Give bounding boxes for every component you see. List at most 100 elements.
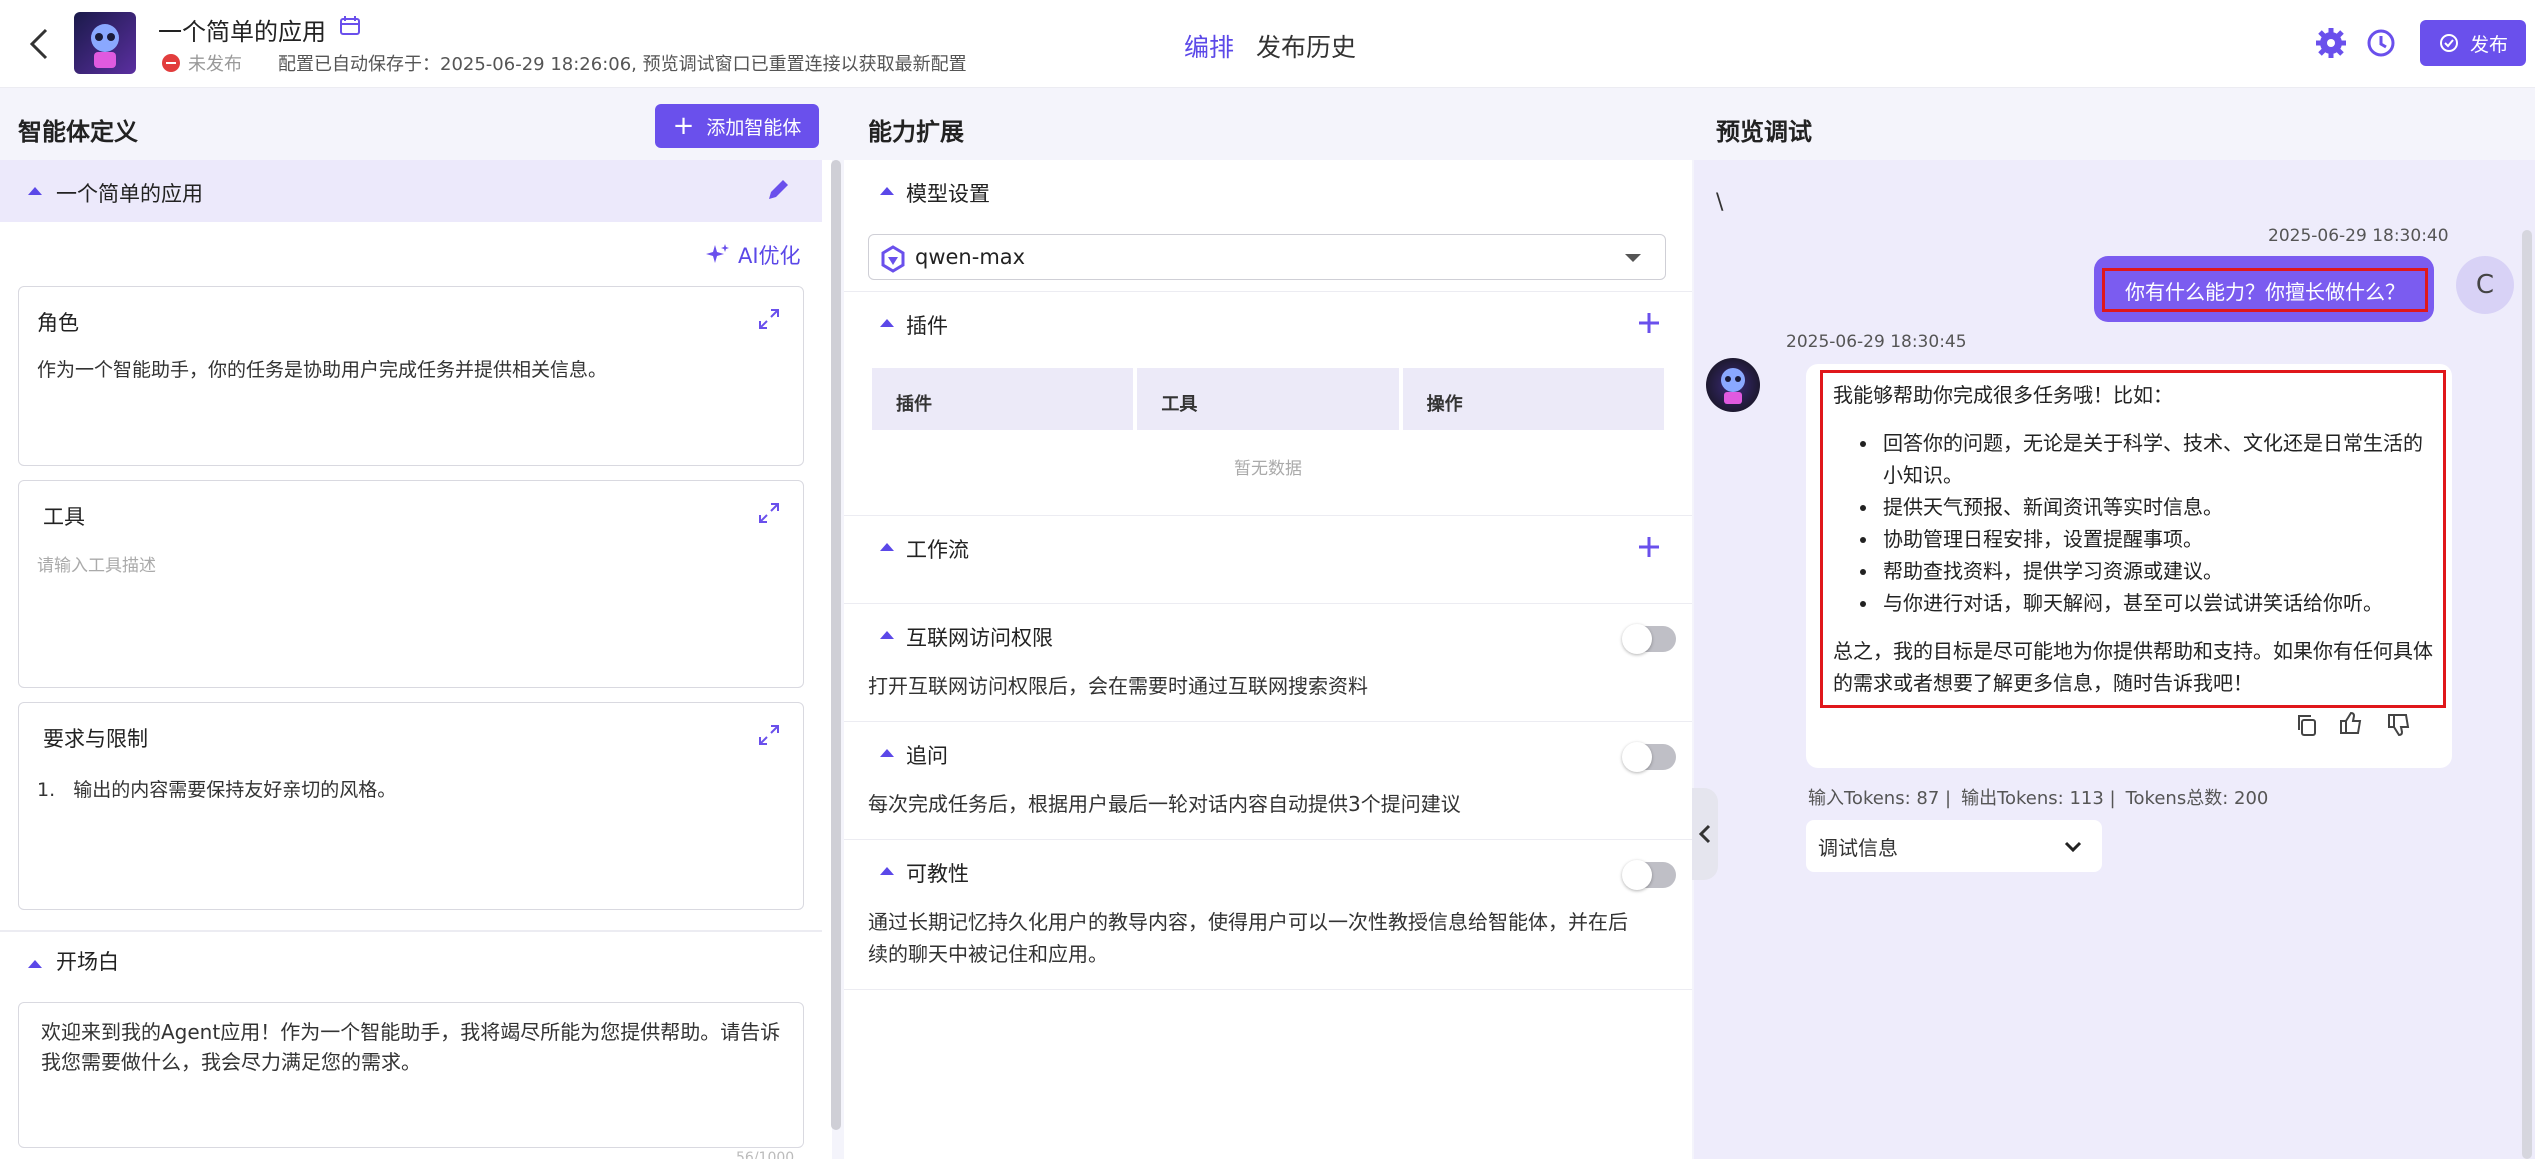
gear-icon[interactable] bbox=[2314, 26, 2348, 60]
workflow-title: 工作流 bbox=[906, 538, 969, 562]
bot-message: 我能够帮助你完成很多任务哦！比如： 回答你的问题，无论是关于科学、技术、文化还是… bbox=[1820, 370, 2446, 708]
calendar-icon[interactable] bbox=[338, 14, 362, 38]
internet-section: 互联网访问权限 打开互联网访问权限后，会在需要时通过互联网搜索资料 bbox=[844, 604, 1692, 722]
back-icon[interactable] bbox=[22, 24, 58, 64]
thumbs-up-icon[interactable] bbox=[2338, 710, 2364, 736]
debug-info-dropdown[interactable]: 调试信息 bbox=[1806, 820, 2102, 872]
bot-timestamp: 2025-06-29 18:30:45 bbox=[1786, 332, 1967, 352]
followup-section: 追问 每次完成任务后，根据用户最后一轮对话内容自动提供3个提问建议 bbox=[844, 722, 1692, 840]
column-action: 操作 bbox=[1402, 368, 1664, 430]
model-title: 模型设置 bbox=[906, 182, 990, 206]
followup-desc: 每次完成任务后，根据用户最后一轮对话内容自动提供3个提问建议 bbox=[868, 792, 1461, 816]
add-workflow-plus-icon[interactable] bbox=[1636, 534, 1662, 560]
debug-label: 调试信息 bbox=[1818, 835, 1898, 860]
column-tool: 工具 bbox=[1137, 368, 1399, 430]
add-agent-label: 添加智能体 bbox=[706, 116, 802, 139]
left-scrollbar[interactable] bbox=[831, 160, 841, 1130]
agent-definition-panel: 一个简单的应用 AI优化 角色 作为一个智能助手，你的任务是协助用户完成任务并提… bbox=[0, 160, 832, 1159]
caret-up-icon bbox=[880, 631, 894, 639]
model-value: qwen-max bbox=[915, 245, 1026, 269]
bot-outro: 总之，我的目标是尽可能地为你提供帮助和支持。如果你有任何具体的需求或者想要了解更… bbox=[1833, 639, 2433, 695]
bot-list: 回答你的问题，无论是关于科学、技术、文化还是日常生活的小知识。 提供天气预报、新… bbox=[1879, 427, 2433, 619]
bot-avatar bbox=[1706, 358, 1760, 412]
followup-toggle[interactable] bbox=[1622, 742, 1676, 772]
list-item: 协助管理日程安排，设置提醒事项。 bbox=[1879, 523, 2433, 555]
capability-panel: 模型设置 qwen-max 插件 插件 工具 操作 暂无数据 工作流 互联网访问… bbox=[844, 160, 1692, 1159]
app-avatar bbox=[74, 12, 136, 74]
model-select[interactable]: qwen-max bbox=[868, 234, 1666, 280]
workflow-section: 工作流 bbox=[844, 516, 1692, 604]
qwen-logo-icon bbox=[881, 245, 905, 273]
tokens-output: 输出Tokens: 113 | bbox=[1961, 788, 2116, 809]
plugins-title: 插件 bbox=[906, 314, 948, 338]
teachable-toggle[interactable] bbox=[1622, 860, 1676, 890]
add-plugin-plus-icon[interactable] bbox=[1636, 310, 1662, 336]
internet-toggle[interactable] bbox=[1622, 624, 1676, 654]
divider bbox=[0, 930, 822, 932]
expand-icon[interactable] bbox=[757, 307, 781, 331]
agent-header-row[interactable]: 一个简单的应用 bbox=[0, 160, 822, 222]
teachable-desc-line2: 续的聊天中被记住和应用。 bbox=[868, 942, 1108, 966]
tools-card[interactable]: 工具 请输入工具描述 bbox=[18, 480, 804, 688]
requirements-title: 要求与限制 bbox=[43, 727, 148, 751]
role-card[interactable]: 角色 作为一个智能助手，你的任务是协助用户完成任务并提供相关信息。 bbox=[18, 286, 804, 466]
caret-up-icon bbox=[880, 749, 894, 757]
history-icon[interactable] bbox=[2364, 26, 2398, 60]
publish-button[interactable]: 发布 bbox=[2420, 20, 2526, 66]
requirement-item: 1. 输出的内容需要保持友好亲切的风格。 bbox=[37, 779, 397, 801]
status-unpublished-icon bbox=[162, 54, 180, 72]
plugins-table-header: 插件 工具 操作 bbox=[872, 368, 1664, 430]
followup-title: 追问 bbox=[906, 744, 948, 768]
top-header: 一个简单的应用 未发布 配置已自动保存于：2025-06-29 18:26:06… bbox=[0, 0, 2535, 88]
capability-title: 能力扩展 bbox=[868, 118, 964, 146]
internet-desc: 打开互联网访问权限后，会在需要时通过互联网搜索资料 bbox=[868, 674, 1368, 698]
status-text: 未发布 bbox=[188, 54, 242, 75]
token-stats: 输入Tokens: 87 | 输出Tokens: 113 | Tokens总数:… bbox=[1808, 784, 2268, 810]
list-item: 回答你的问题，无论是关于科学、技术、文化还是日常生活的小知识。 bbox=[1879, 427, 2433, 491]
internet-title: 互联网访问权限 bbox=[906, 626, 1053, 650]
collapse-panel-button[interactable] bbox=[1692, 788, 1718, 880]
requirements-card[interactable]: 要求与限制 1. 输出的内容需要保持友好亲切的风格。 bbox=[18, 702, 804, 910]
caret-up-icon bbox=[880, 867, 894, 875]
autosave-text: 配置已自动保存于：2025-06-29 18:26:06, 预览调试窗口已重置连… bbox=[278, 54, 967, 75]
model-section: 模型设置 qwen-max bbox=[844, 160, 1692, 292]
caret-up-icon bbox=[880, 187, 894, 195]
caret-up-icon bbox=[880, 543, 894, 551]
agent-definition-title: 智能体定义 bbox=[18, 118, 138, 146]
opening-counter: 56/1000 bbox=[736, 1150, 795, 1159]
thumbs-down-icon[interactable] bbox=[2386, 712, 2412, 738]
tab-publish-history[interactable]: 发布历史 bbox=[1256, 28, 1356, 64]
tools-placeholder: 请输入工具描述 bbox=[37, 556, 156, 576]
right-scrollbar[interactable] bbox=[2522, 230, 2532, 1159]
stray-char: \ bbox=[1716, 190, 1724, 215]
tab-compose[interactable]: 编排 bbox=[1184, 28, 1234, 64]
ai-optimize-label: AI优化 bbox=[738, 244, 801, 268]
edit-icon[interactable] bbox=[764, 176, 792, 204]
list-item: 与你进行对话，聊天解闷，甚至可以尝试讲笑话给你听。 bbox=[1879, 587, 2433, 619]
tokens-input: 输入Tokens: 87 | bbox=[1808, 788, 1952, 809]
tools-title: 工具 bbox=[43, 505, 85, 529]
add-agent-button[interactable]: + 添加智能体 bbox=[655, 104, 819, 148]
copy-icon[interactable] bbox=[2294, 712, 2320, 738]
teachable-desc-line1: 通过长期记忆持久化用户的教导内容，使得用户可以一次性教授信息给智能体，并在后 bbox=[868, 910, 1628, 934]
user-message: 你有什么能力？你擅长做什么？ bbox=[2102, 268, 2428, 312]
opening-body: 欢迎来到我的Agent应用！作为一个智能助手，我将竭尽所能为您提供帮助。请告诉我… bbox=[41, 1020, 781, 1074]
caret-up-icon bbox=[28, 187, 42, 195]
user-timestamp: 2025-06-29 18:30:40 bbox=[2268, 226, 2449, 246]
list-item: 提供天气预报、新闻资讯等实时信息。 bbox=[1879, 491, 2433, 523]
teachable-section: 可教性 通过长期记忆持久化用户的教导内容，使得用户可以一次性教授信息给智能体，并… bbox=[844, 840, 1692, 990]
preview-title: 预览调试 bbox=[1716, 118, 1812, 146]
list-item: 帮助查找资料，提供学习资源或建议。 bbox=[1879, 555, 2433, 587]
expand-icon[interactable] bbox=[757, 723, 781, 747]
expand-icon[interactable] bbox=[757, 501, 781, 525]
publish-icon bbox=[2439, 34, 2458, 52]
chevron-down-icon bbox=[2064, 841, 2082, 853]
bot-intro: 我能够帮助你完成很多任务哦！比如： bbox=[1833, 383, 2173, 407]
plus-icon: + bbox=[672, 111, 695, 141]
caret-up-icon bbox=[880, 319, 894, 327]
role-body: 作为一个智能助手，你的任务是协助用户完成任务并提供相关信息。 bbox=[37, 359, 608, 381]
chevron-left-icon bbox=[1698, 824, 1711, 844]
opening-textarea[interactable]: 欢迎来到我的Agent应用！作为一个智能助手，我将竭尽所能为您提供帮助。请告诉我… bbox=[18, 1002, 804, 1148]
ai-optimize-button[interactable]: AI优化 bbox=[704, 240, 801, 270]
plugins-empty: 暂无数据 bbox=[1234, 459, 1302, 479]
